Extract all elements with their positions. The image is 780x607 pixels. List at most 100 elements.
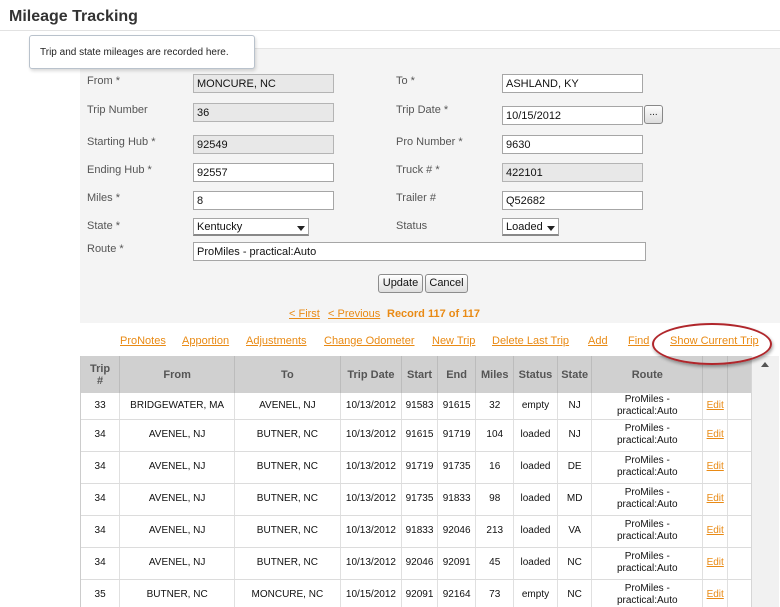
cell-miles: 104: [475, 419, 515, 452]
state-label: State *: [87, 220, 121, 232]
status-label: Status: [396, 220, 428, 232]
cancel-button[interactable]: Cancel: [425, 274, 468, 293]
table-row: 34 AVENEL, NJ BUTNER, NC 10/13/2012 9183…: [81, 515, 767, 548]
cell-from: AVENEL, NJ: [119, 419, 236, 452]
ending-hub-label: Ending Hub *: [87, 164, 152, 176]
find-link[interactable]: Find: [628, 335, 649, 347]
col-miles[interactable]: Miles: [475, 356, 515, 393]
route-input[interactable]: ProMiles - practical:Auto: [193, 242, 646, 261]
cell-date: 10/13/2012: [340, 419, 403, 452]
cell-end: 92091: [437, 547, 477, 580]
status-select[interactable]: Loaded: [502, 218, 559, 236]
starting-hub-field: 92549: [193, 135, 334, 154]
apportion-link[interactable]: Apportion: [182, 335, 229, 347]
cell-status: loaded: [513, 515, 558, 548]
title-divider: [0, 30, 780, 31]
record-count: Record 117 of 117: [387, 308, 480, 320]
cell-miles: 213: [475, 515, 515, 548]
grid-scrollbar[interactable]: [751, 356, 779, 607]
first-record-link[interactable]: < First: [289, 308, 320, 320]
truck-label: Truck # *: [396, 164, 440, 176]
status-select-value: Loaded: [506, 221, 543, 233]
tooltip-text: Trip and state mileages are recorded her…: [40, 47, 229, 58]
cell-trip: 34: [81, 419, 121, 452]
page-title: Mileage Tracking: [9, 8, 138, 25]
date-picker-button[interactable]: ...: [644, 105, 663, 124]
edit-link[interactable]: Edit: [707, 557, 724, 568]
truck-field: 422101: [502, 163, 643, 182]
cell-state: VA: [557, 515, 593, 548]
cell-state: NJ: [557, 393, 593, 420]
cell-status: empty: [513, 579, 558, 607]
table-row: 34 AVENEL, NJ BUTNER, NC 10/13/2012 9204…: [81, 547, 767, 580]
edit-link[interactable]: Edit: [707, 461, 724, 472]
miles-input[interactable]: 8: [193, 191, 334, 210]
cell-status: loaded: [513, 483, 558, 516]
edit-link[interactable]: Edit: [707, 493, 724, 504]
table-row: 34 AVENEL, NJ BUTNER, NC 10/13/2012 9161…: [81, 419, 767, 452]
col-end[interactable]: End: [437, 356, 477, 393]
pronotes-link[interactable]: ProNotes: [120, 335, 166, 347]
cell-miles: 98: [475, 483, 515, 516]
col-status[interactable]: Status: [513, 356, 558, 393]
trailer-input[interactable]: Q52682: [502, 191, 643, 210]
col-trip-number[interactable]: Trip #: [81, 356, 121, 393]
previous-record-link[interactable]: < Previous: [328, 308, 380, 320]
cell-from: AVENEL, NJ: [119, 547, 236, 580]
col-to[interactable]: To: [234, 356, 341, 393]
col-trip-date[interactable]: Trip Date: [340, 356, 403, 393]
add-link[interactable]: Add: [588, 335, 608, 347]
cell-trip: 34: [81, 515, 121, 548]
pro-number-input[interactable]: 9630: [502, 135, 643, 154]
update-button[interactable]: Update: [378, 274, 423, 293]
cell-trip: 34: [81, 547, 121, 580]
cell-date: 10/13/2012: [340, 483, 403, 516]
trip-number-label: Trip Number: [87, 104, 148, 116]
cell-end: 92164: [437, 579, 477, 607]
trip-date-input[interactable]: 10/15/2012: [502, 106, 643, 125]
cell-start: 92091: [401, 579, 438, 607]
cell-route: ProMiles - practical:Auto: [591, 547, 704, 580]
route-label: Route *: [87, 243, 124, 255]
grid-header-row: Trip # From To Trip Date Start End Miles…: [81, 356, 767, 393]
cell-route: ProMiles - practical:Auto: [591, 393, 704, 420]
cell-route: ProMiles - practical:Auto: [591, 579, 704, 607]
col-start[interactable]: Start: [401, 356, 438, 393]
cell-end: 91615: [437, 393, 477, 420]
cell-start: 91583: [401, 393, 438, 420]
new-trip-link[interactable]: New Trip: [432, 335, 475, 347]
edit-link[interactable]: Edit: [707, 589, 724, 600]
highlight-annotation: [652, 323, 772, 365]
adjustments-link[interactable]: Adjustments: [246, 335, 307, 347]
ending-hub-input[interactable]: 92557: [193, 163, 334, 182]
state-select[interactable]: Kentucky: [193, 218, 309, 236]
cell-trip: 35: [81, 579, 121, 607]
state-select-value: Kentucky: [197, 221, 243, 233]
from-label: From *: [87, 75, 120, 87]
help-tooltip: Trip and state mileages are recorded her…: [29, 35, 255, 69]
table-row: 35 BUTNER, NC MONCURE, NC 10/15/2012 920…: [81, 579, 767, 607]
trip-number-field: 36: [193, 103, 334, 122]
edit-link[interactable]: Edit: [707, 400, 724, 411]
cell-start: 91833: [401, 515, 438, 548]
cell-route: ProMiles - practical:Auto: [591, 419, 704, 452]
to-input[interactable]: ASHLAND, KY: [502, 74, 643, 93]
edit-link[interactable]: Edit: [707, 525, 724, 536]
miles-label: Miles *: [87, 192, 121, 204]
edit-link[interactable]: Edit: [707, 429, 724, 440]
cell-miles: 16: [475, 451, 515, 484]
scroll-up-icon[interactable]: [761, 362, 769, 367]
pro-number-label: Pro Number *: [396, 136, 463, 148]
cell-to: MONCURE, NC: [234, 579, 341, 607]
table-row: 33 BRIDGEWATER, MA AVENEL, NJ 10/13/2012…: [81, 393, 767, 420]
col-from[interactable]: From: [119, 356, 236, 393]
change-odometer-link[interactable]: Change Odometer: [324, 335, 415, 347]
cell-trip: 34: [81, 451, 121, 484]
trailer-label: Trailer #: [396, 192, 436, 204]
cell-to: AVENEL, NJ: [234, 393, 341, 420]
cell-from: BUTNER, NC: [119, 579, 236, 607]
col-state[interactable]: State: [557, 356, 593, 393]
delete-last-trip-link[interactable]: Delete Last Trip: [492, 335, 569, 347]
calendar-icon: ...: [649, 107, 658, 118]
cell-to: BUTNER, NC: [234, 547, 341, 580]
